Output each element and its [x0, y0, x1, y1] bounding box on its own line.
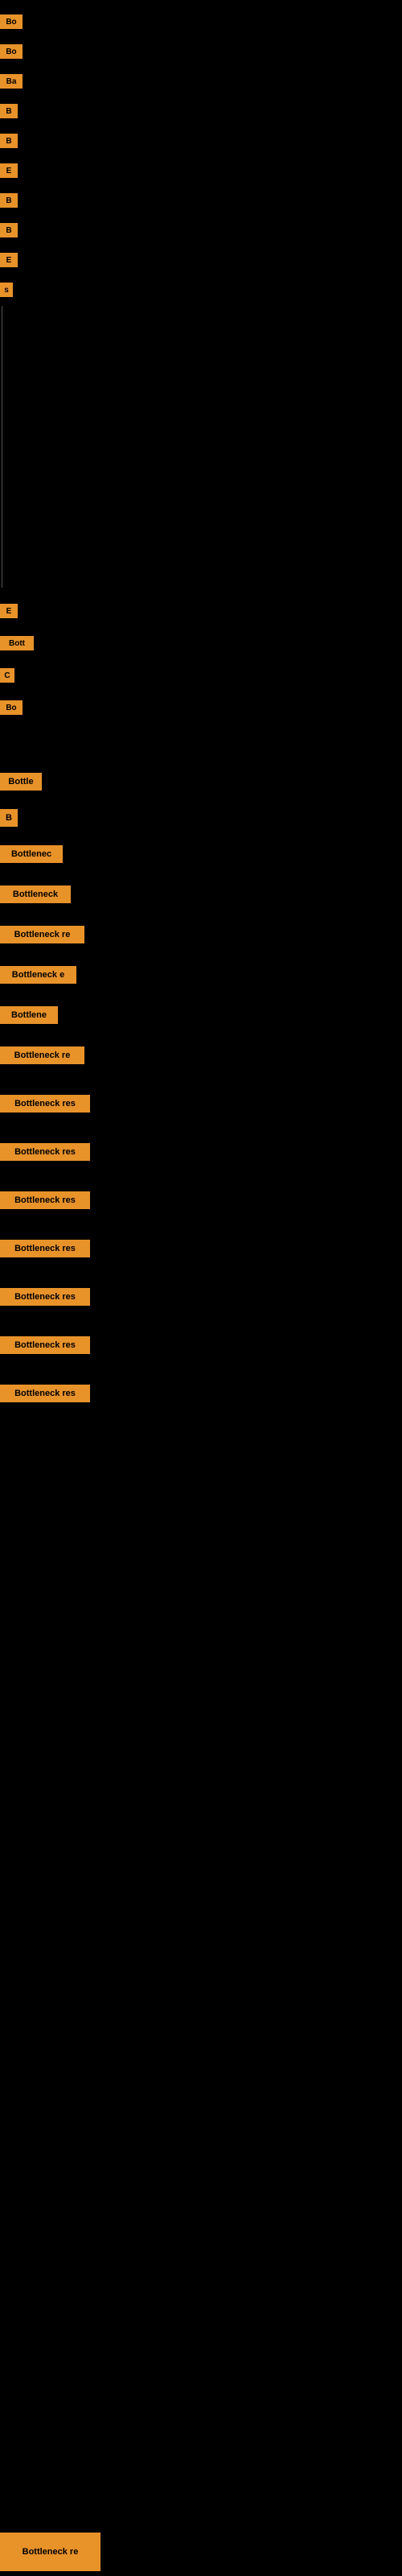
orange-button-btn21[interactable]: Bottlene — [0, 1006, 58, 1024]
orange-button-btn22[interactable]: Bottleneck re — [0, 1046, 84, 1064]
orange-button-btn5[interactable]: B — [0, 134, 18, 148]
orange-button-btn20[interactable]: Bottleneck e — [0, 966, 76, 984]
orange-button-btn23[interactable]: Bottleneck res — [0, 1095, 90, 1113]
orange-button-btn27[interactable]: Bottleneck res — [0, 1288, 90, 1306]
orange-button-btn12[interactable]: Bott — [0, 636, 34, 650]
orange-button-btn25[interactable]: Bottleneck res — [0, 1191, 90, 1209]
orange-button-btn3[interactable]: Ba — [0, 74, 23, 89]
orange-button-btn18[interactable]: Bottleneck — [0, 886, 71, 903]
orange-button-btn11[interactable]: E — [0, 604, 18, 618]
orange-button-btn13[interactable]: C — [0, 668, 14, 683]
orange-button-btn28[interactable]: Bottleneck res — [0, 1336, 90, 1354]
orange-button-btn1[interactable]: Bo — [0, 14, 23, 29]
orange-button-btn8[interactable]: B — [0, 223, 18, 237]
orange-button-btn14[interactable]: Bo — [0, 700, 23, 715]
orange-button-btn2[interactable]: Bo — [0, 44, 23, 59]
orange-button-btn7[interactable]: B — [0, 193, 18, 208]
orange-button-btn4[interactable]: B — [0, 104, 18, 118]
orange-button-btn17[interactable]: Bottlenec — [0, 845, 63, 863]
orange-button-btn16[interactable]: B — [0, 809, 18, 827]
orange-button-btn9[interactable]: E — [0, 253, 18, 267]
orange-button-btn15[interactable]: Bottle — [0, 773, 42, 791]
orange-button-btn6[interactable]: E — [0, 163, 18, 178]
orange-button-btn30[interactable]: Bottleneck re — [0, 2533, 100, 2571]
orange-button-btn29[interactable]: Bottleneck res — [0, 1385, 90, 1402]
orange-button-btn26[interactable]: Bottleneck res — [0, 1240, 90, 1257]
orange-button-btn19[interactable]: Bottleneck re — [0, 926, 84, 943]
orange-button-btn10[interactable]: s — [0, 283, 13, 297]
orange-button-btn24[interactable]: Bottleneck res — [0, 1143, 90, 1161]
